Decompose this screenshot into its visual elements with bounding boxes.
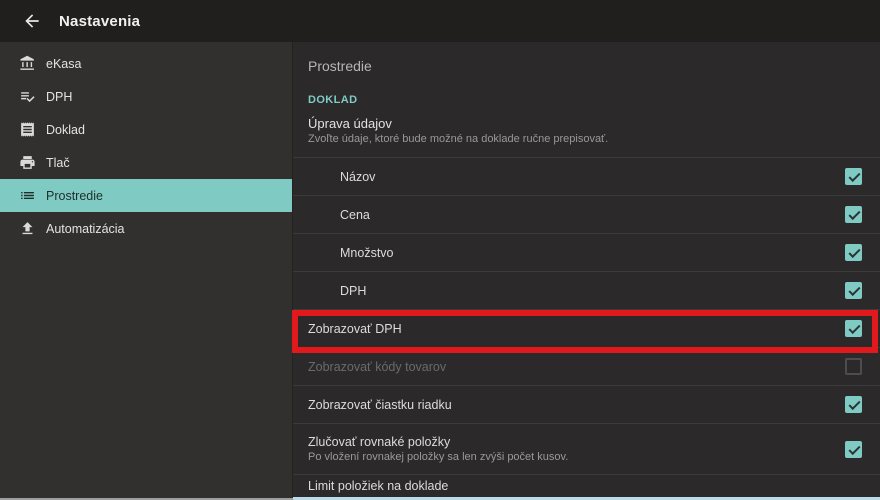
- setting-row-mnozstvo[interactable]: Množstvo: [293, 233, 880, 271]
- setting-row-zobrazovat-ciastku-riadku[interactable]: Zobrazovať čiastku riadku: [293, 385, 880, 423]
- panel-title: Prostredie: [308, 56, 880, 76]
- setting-row-zobrazovat-kody-tovarov: Zobrazovať kódy tovarov: [293, 347, 880, 385]
- checkbox[interactable]: [845, 206, 862, 223]
- group-header[interactable]: Úprava údajov Zvoľte údaje, ktoré bude m…: [308, 115, 880, 146]
- checkbox[interactable]: [845, 320, 862, 337]
- sidebar-item-label: eKasa: [46, 57, 81, 71]
- checkbox[interactable]: [845, 244, 862, 261]
- setting-row-zlucovat-rovnake-polozky[interactable]: Zlučovať rovnaké položky Po vložení rovn…: [293, 423, 880, 474]
- setting-row-nazov[interactable]: Názov: [293, 157, 880, 195]
- sidebar-item-label: Doklad: [46, 123, 85, 137]
- checkbox[interactable]: [845, 282, 862, 299]
- row-label: Zobrazovať DPH: [308, 322, 402, 336]
- settings-screen: Nastavenia eKasa DPH Doklad: [0, 0, 880, 500]
- row-label: Zlučovať rovnaké položky: [308, 435, 568, 449]
- panel-header: Prostredie DOKLAD Úprava údajov Zvoľte ú…: [293, 42, 880, 157]
- setting-row-zobrazovat-dph[interactable]: Zobrazovať DPH: [293, 309, 880, 347]
- row-label: Limit položiek na doklade: [308, 479, 448, 493]
- printer-icon: [17, 153, 37, 173]
- sidebar-item-prostredie[interactable]: Prostredie: [0, 179, 292, 212]
- row-label: Zobrazovať kódy tovarov: [308, 360, 446, 374]
- row-subtitle: Po vložení rovnakej položky sa len zvýši…: [308, 451, 568, 464]
- group-title: Úprava údajov: [308, 115, 880, 132]
- setting-row-dph[interactable]: DPH: [293, 271, 880, 309]
- list-icon: [17, 186, 37, 206]
- receipt-icon: [17, 120, 37, 140]
- sidebar-item-label: DPH: [46, 90, 72, 104]
- settings-list: Názov Cena Množstvo DPH Zobrazovať DPH: [293, 157, 880, 497]
- group-subtitle: Zvoľte údaje, ktoré bude možné na doklad…: [308, 132, 880, 146]
- checkbox: [845, 358, 862, 375]
- row-label: DPH: [340, 284, 366, 298]
- back-button[interactable]: [20, 9, 44, 33]
- bank-icon: [17, 54, 37, 74]
- page-title: Nastavenia: [59, 13, 140, 30]
- sidebar-item-automatizacia[interactable]: Automatizácia: [0, 212, 292, 245]
- row-label: Cena: [340, 208, 370, 222]
- row-label: Zobrazovať čiastku riadku: [308, 398, 452, 412]
- section-header-doklad: DOKLAD: [308, 94, 880, 107]
- setting-row-cena[interactable]: Cena: [293, 195, 880, 233]
- list-check-icon: [17, 87, 37, 107]
- sidebar-item-label: Automatizácia: [46, 222, 125, 236]
- upload-icon: [17, 219, 37, 239]
- sidebar-item-tlac[interactable]: Tlač: [0, 146, 292, 179]
- sidebar: eKasa DPH Doklad Tlač: [0, 42, 293, 500]
- checkbox[interactable]: [845, 168, 862, 185]
- sidebar-item-label: Prostredie: [46, 189, 103, 203]
- row-label: Množstvo: [340, 246, 394, 260]
- sidebar-item-ekasa[interactable]: eKasa: [0, 47, 292, 80]
- body: eKasa DPH Doklad Tlač: [0, 42, 880, 500]
- checkbox[interactable]: [845, 396, 862, 413]
- arrow-left-icon: [22, 11, 42, 31]
- checkbox[interactable]: [845, 441, 862, 458]
- main-panel: Prostredie DOKLAD Úprava údajov Zvoľte ú…: [293, 42, 880, 500]
- sidebar-item-doklad[interactable]: Doklad: [0, 113, 292, 146]
- setting-row-limit-poloziek[interactable]: Limit položiek na doklade: [293, 474, 880, 497]
- sidebar-item-label: Tlač: [46, 156, 70, 170]
- row-text: Zlučovať rovnaké položky Po vložení rovn…: [308, 435, 568, 464]
- sidebar-item-dph[interactable]: DPH: [0, 80, 292, 113]
- app-bar: Nastavenia: [0, 0, 880, 42]
- row-label: Názov: [340, 170, 375, 184]
